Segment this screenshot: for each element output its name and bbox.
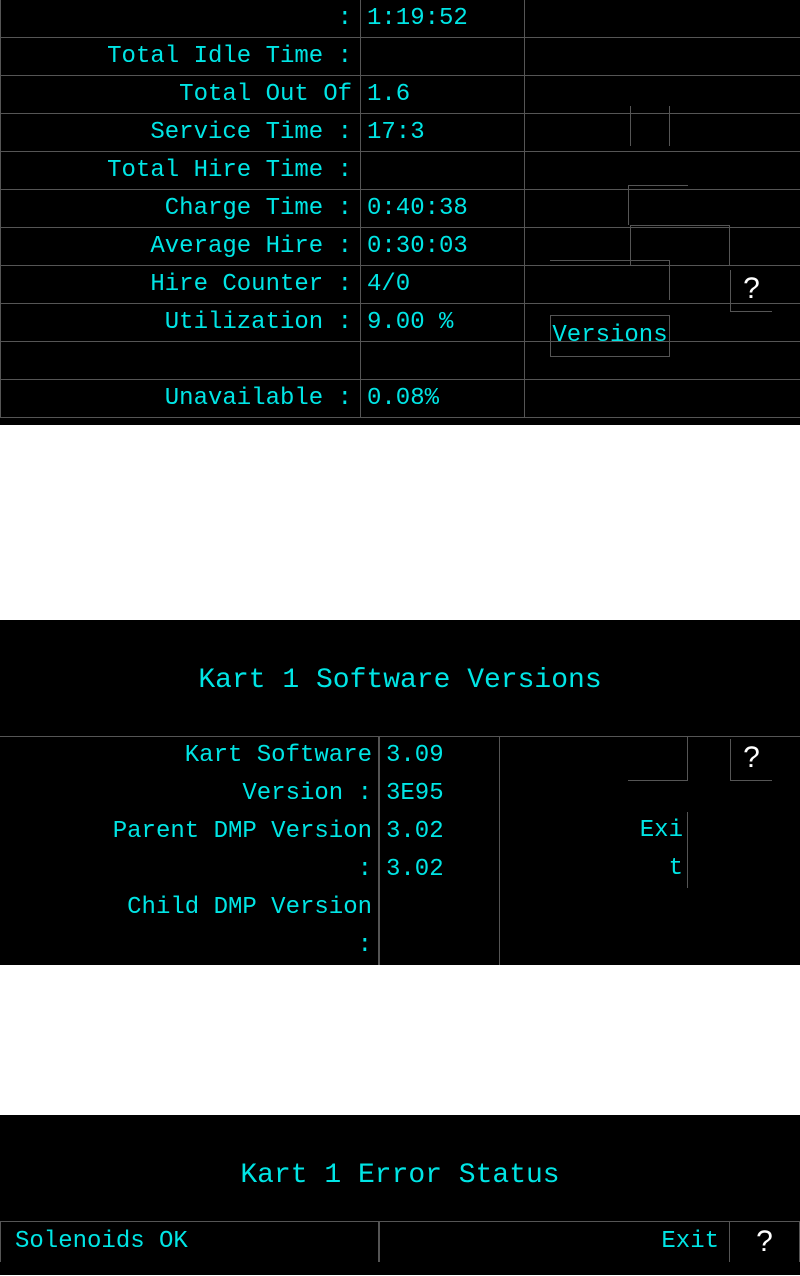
exit-button[interactable]: Exit [380,1222,730,1262]
version-labels: Kart Software Version : Parent DMP Versi… [0,737,380,965]
stats-value: 9.00 % [360,304,525,342]
stats-label: Unavailable : [0,380,360,418]
versions-button[interactable]: Versions [550,315,670,357]
exit-button[interactable]: Exi t [628,812,688,888]
help-icon[interactable]: ? [730,1222,800,1262]
stats-value: 0:30:03 [360,228,525,266]
decoration-box [628,737,688,781]
stats-value [360,152,525,190]
stats-value: 0:40:38 [360,190,525,228]
stats-value [360,38,525,76]
decoration-box [550,260,670,300]
stats-label: Hire Counter : [0,266,360,304]
stats-label: Average Hire : [0,228,360,266]
decoration-box [630,106,670,146]
stats-label: Total Out Of [0,76,360,114]
stats-row: Service Time :17:3 [0,114,800,152]
stats-row: Total Out Of1.6 [0,76,800,114]
versions-panel: Kart 1 Software Versions Kart Software V… [0,620,800,965]
stats-value: 17:3 [360,114,525,152]
stats-label: Charge Time : [0,190,360,228]
stats-row [0,342,800,380]
decoration-box [628,185,688,225]
stats-value: 1.6 [360,76,525,114]
stats-row: Hire Counter :4/0 [0,266,800,304]
stats-row: Unavailable :0.08% [0,380,800,418]
stats-value: 0.08% [360,380,525,418]
stats-label: Total Hire Time : [0,152,360,190]
error-status-value: Solenoids OK [0,1222,380,1262]
stats-right-pad [525,38,800,76]
stats-right-pad [525,380,800,418]
version-values: 3.09 3E95 3.02 3.02 [380,737,500,965]
stats-value [360,342,525,380]
stats-value: 4/0 [360,266,525,304]
stats-label [0,342,360,380]
help-icon[interactable]: ? [730,739,772,781]
versions-title: Kart 1 Software Versions [0,620,800,737]
stats-row: :1:19:52 [0,0,800,38]
decoration-box [630,225,730,265]
stats-right-pad [525,0,800,38]
stats-value: 1:19:52 [360,0,525,38]
stats-label: : [0,0,360,38]
stats-row: Total Idle Time : [0,38,800,76]
stats-label: Utilization : [0,304,360,342]
error-status-panel: Kart 1 Error Status Solenoids OK Exit ? [0,1115,800,1275]
help-icon[interactable]: ? [730,270,772,312]
stats-panel: :1:19:52Total Idle Time :Total Out Of1.6… [0,0,800,425]
error-status-title: Kart 1 Error Status [0,1115,800,1222]
stats-label: Total Idle Time : [0,38,360,76]
stats-label: Service Time : [0,114,360,152]
stats-row: Utilization :9.00 % [0,304,800,342]
